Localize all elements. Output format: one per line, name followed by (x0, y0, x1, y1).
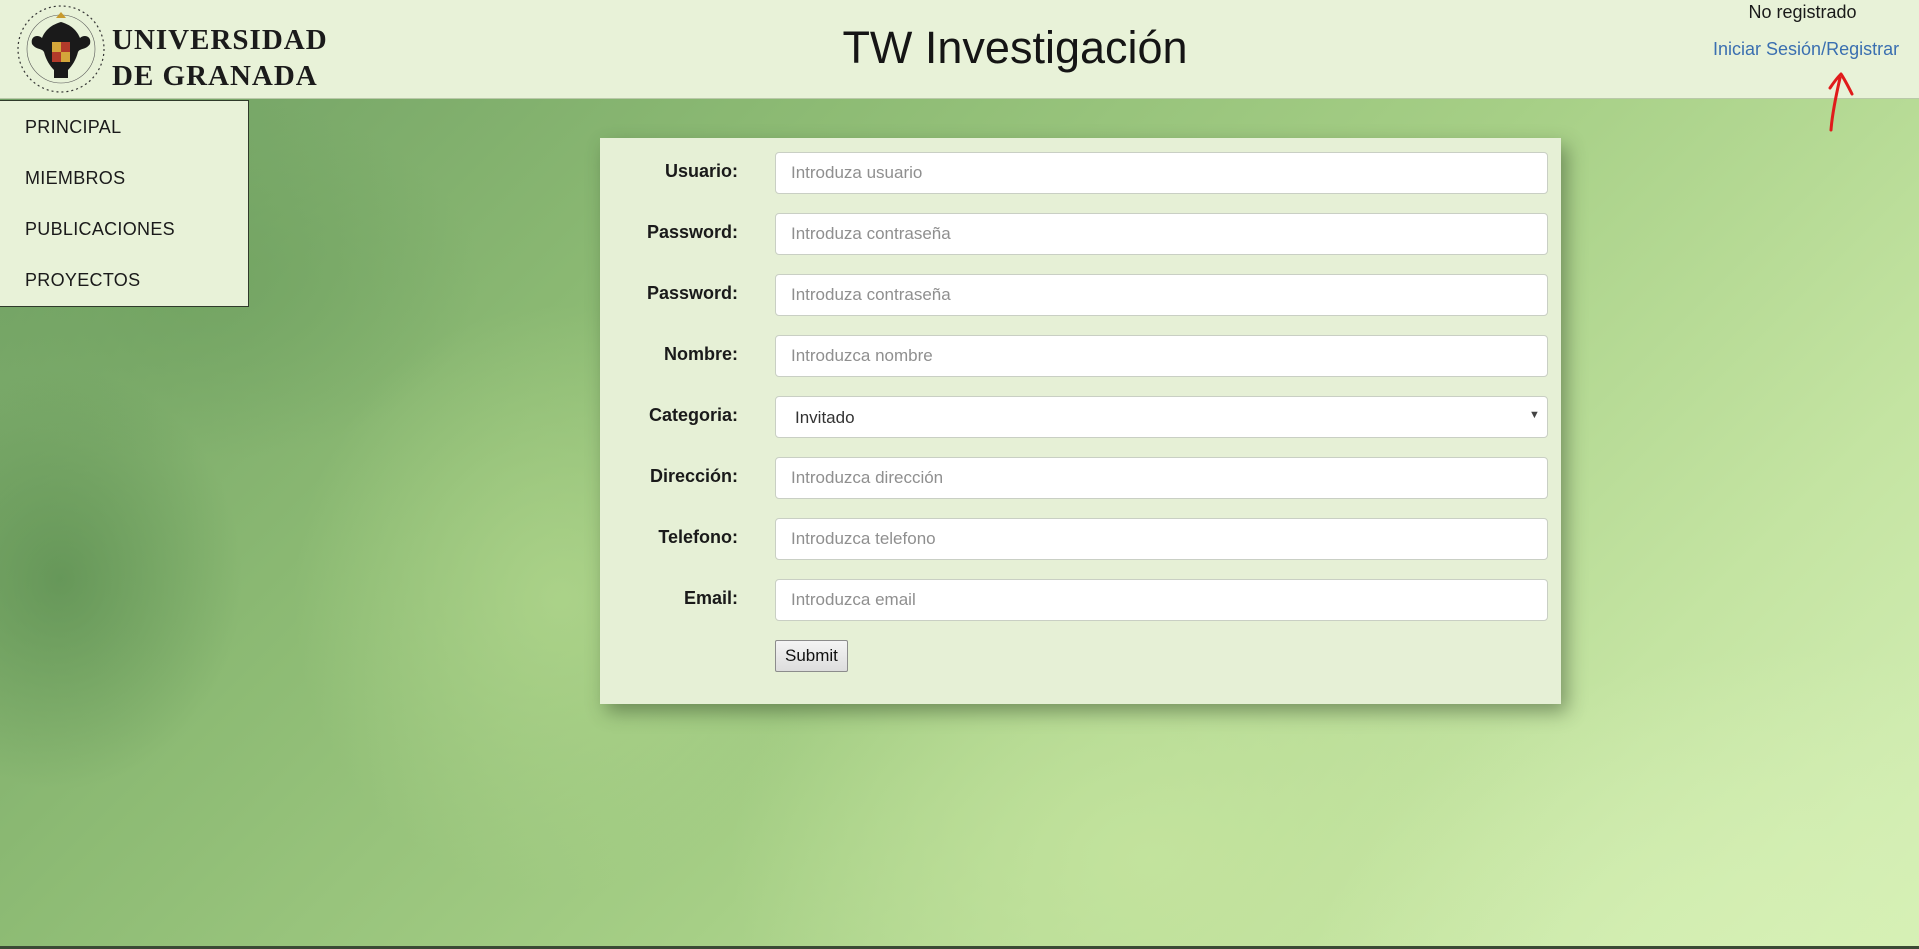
password-label: Password: (646, 222, 738, 242)
registration-form: Usuario: Password: Password: Nombre: Cat… (600, 138, 1561, 704)
usuario-label: Usuario: (664, 161, 738, 181)
form-row-password: Password: (600, 211, 1561, 255)
university-seal-icon (17, 5, 105, 93)
logo-line-2: DE GRANADA (112, 60, 318, 92)
telefono-input[interactable] (775, 518, 1548, 560)
nombre-label: Nombre: (663, 344, 738, 364)
user-status: No registrado (1748, 2, 1857, 22)
nombre-input[interactable] (775, 335, 1548, 377)
auth-links: Iniciar Sesión/Registrar (1713, 39, 1899, 60)
email-input[interactable] (775, 579, 1548, 621)
direccion-input[interactable] (775, 457, 1548, 499)
form-row-usuario: Usuario: (600, 150, 1561, 194)
register-link[interactable]: Registrar (1826, 39, 1899, 59)
form-row-nombre: Nombre: (600, 333, 1561, 377)
red-arrow-annotation-icon (1828, 72, 1854, 132)
form-row-telefono: Telefono: (600, 516, 1561, 560)
form-row-direccion: Dirección: (600, 455, 1561, 499)
university-logo[interactable]: UNIVERSIDAD DE GRANADA (16, 4, 328, 94)
categoria-select[interactable]: Invitado (775, 396, 1548, 438)
telefono-label: Telefono: (658, 527, 738, 547)
form-row-email: Email: (600, 577, 1561, 621)
site-header: UNIVERSIDAD DE GRANADA TW Investigación … (0, 0, 1919, 99)
email-label: Email: (683, 588, 738, 608)
password-confirm-label: Password: (646, 283, 738, 303)
page-title: TW Investigación (842, 22, 1188, 73)
nav-item-miembros[interactable]: MIEMBROS (0, 166, 248, 217)
side-navigation: PRINCIPAL MIEMBROS PUBLICACIONES PROYECT… (0, 100, 249, 307)
logo-wordmark: UNIVERSIDAD DE GRANADA (112, 22, 328, 94)
categoria-label: Categoria: (648, 405, 738, 425)
form-row-categoria: Categoria: Invitado ▼ (600, 394, 1561, 438)
form-row-password-confirm: Password: (600, 272, 1561, 316)
direccion-label: Dirección: (649, 466, 738, 486)
password-confirm-input[interactable] (775, 274, 1548, 316)
nav-item-proyectos[interactable]: PROYECTOS (0, 268, 248, 319)
password-input[interactable] (775, 213, 1548, 255)
submit-button[interactable]: Submit (775, 640, 848, 672)
login-link[interactable]: Iniciar Sesión (1713, 39, 1821, 59)
nav-item-principal[interactable]: PRINCIPAL (0, 115, 248, 166)
usuario-input[interactable] (775, 152, 1548, 194)
nav-item-publicaciones[interactable]: PUBLICACIONES (0, 217, 248, 268)
logo-line-1: UNIVERSIDAD (112, 24, 328, 56)
